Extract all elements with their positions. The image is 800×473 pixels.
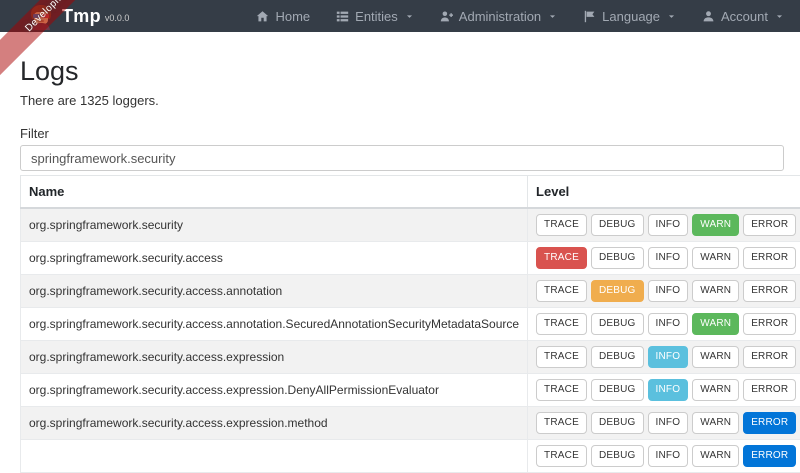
caret-down-icon	[405, 12, 414, 21]
level-button-warn[interactable]: WARN	[692, 346, 739, 368]
logger-level-buttons: TRACEDEBUGINFOWARNERROR	[528, 275, 800, 308]
level-button-error[interactable]: ERROR	[743, 445, 796, 467]
logger-name: org.springframework.security.access.anno…	[21, 308, 528, 341]
user-plus-icon	[440, 10, 453, 23]
level-button-debug[interactable]: DEBUG	[591, 412, 644, 434]
logger-row: org.springframework.security.accessTRACE…	[21, 242, 800, 275]
logger-level-buttons: TRACEDEBUGINFOWARNERROR	[528, 242, 800, 275]
logger-level-buttons: TRACEDEBUGINFOWARNERROR	[528, 440, 800, 473]
level-button-warn[interactable]: WARN	[692, 445, 739, 467]
nav-item-language[interactable]: Language	[570, 9, 689, 24]
level-button-trace[interactable]: TRACE	[536, 412, 587, 434]
level-button-warn[interactable]: WARN	[692, 379, 739, 401]
logger-name	[21, 440, 528, 473]
navbar: Tmp v0.0.0 Home Entities Administration Lan…	[0, 0, 800, 32]
app-version: v0.0.0	[105, 13, 130, 23]
logger-row: org.springframework.security.access.expr…	[21, 407, 800, 440]
app-name: Tmp	[62, 6, 101, 27]
filter-label: Filter	[20, 126, 784, 141]
level-button-warn[interactable]: WARN	[692, 247, 739, 269]
level-button-info[interactable]: INFO	[648, 313, 689, 335]
logger-name: org.springframework.security.access.expr…	[21, 374, 528, 407]
level-button-trace[interactable]: TRACE	[536, 280, 587, 302]
flag-icon	[583, 10, 596, 23]
level-button-info[interactable]: INFO	[648, 412, 689, 434]
logger-level-buttons: TRACEDEBUGINFOWARNERROR	[528, 308, 800, 341]
level-button-debug[interactable]: DEBUG	[591, 247, 644, 269]
caret-down-icon	[775, 12, 784, 21]
level-button-trace[interactable]: TRACE	[536, 379, 587, 401]
nav-item-label: Language	[602, 9, 660, 24]
logger-level-buttons: TRACEDEBUGINFOWARNERROR	[528, 341, 800, 374]
level-button-debug[interactable]: DEBUG	[591, 313, 644, 335]
nav-item-entities[interactable]: Entities	[323, 9, 427, 24]
level-button-info[interactable]: INFO	[648, 214, 689, 236]
level-button-debug[interactable]: DEBUG	[591, 346, 644, 368]
level-button-trace[interactable]: TRACE	[536, 313, 587, 335]
level-button-info[interactable]: INFO	[648, 280, 689, 302]
caret-down-icon	[548, 12, 557, 21]
nav-item-label: Home	[275, 9, 310, 24]
level-button-trace[interactable]: TRACE	[536, 214, 587, 236]
nav-item-label: Administration	[459, 9, 541, 24]
level-button-error[interactable]: ERROR	[743, 379, 796, 401]
logs-page: Logs There are 1325 loggers. Filter Name…	[0, 56, 800, 473]
logger-name: org.springframework.security.access.anno…	[21, 275, 528, 308]
user-icon	[702, 10, 715, 23]
logger-count-text: There are 1325 loggers.	[20, 93, 784, 108]
level-button-error[interactable]: ERROR	[743, 280, 796, 302]
level-button-debug[interactable]: DEBUG	[591, 214, 644, 236]
logger-name: org.springframework.security.access.expr…	[21, 341, 528, 374]
logger-name: org.springframework.security.access	[21, 242, 528, 275]
nav-item-home[interactable]: Home	[243, 9, 323, 24]
level-button-warn[interactable]: WARN	[692, 214, 739, 236]
list-icon	[336, 10, 349, 23]
level-button-error[interactable]: ERROR	[743, 412, 796, 434]
level-button-error[interactable]: ERROR	[743, 313, 796, 335]
level-button-warn[interactable]: WARN	[692, 313, 739, 335]
nav-item-label: Account	[721, 9, 768, 24]
logger-level-buttons: TRACEDEBUGINFOWARNERROR	[528, 407, 800, 440]
level-button-error[interactable]: ERROR	[743, 346, 796, 368]
jhipster-logo-icon	[28, 4, 54, 30]
column-header-level: Level	[528, 176, 800, 209]
column-header-name: Name	[21, 176, 528, 209]
logger-row: org.springframework.security.access.anno…	[21, 308, 800, 341]
home-icon	[256, 10, 269, 23]
level-button-info[interactable]: INFO	[648, 445, 689, 467]
nav-item-administration[interactable]: Administration	[427, 9, 570, 24]
level-button-debug[interactable]: DEBUG	[591, 379, 644, 401]
brand[interactable]: Tmp v0.0.0	[28, 2, 129, 30]
loggers-table: Name Level org.springframework.securityT…	[20, 175, 800, 473]
logger-row: TRACEDEBUGINFOWARNERROR	[21, 440, 800, 473]
logger-level-buttons: TRACEDEBUGINFOWARNERROR	[528, 374, 800, 407]
logger-name: org.springframework.security.access.expr…	[21, 407, 528, 440]
level-button-info[interactable]: INFO	[648, 346, 689, 368]
level-button-error[interactable]: ERROR	[743, 247, 796, 269]
level-button-trace[interactable]: TRACE	[536, 346, 587, 368]
logger-row: org.springframework.security.access.expr…	[21, 374, 800, 407]
nav-item-account[interactable]: Account	[689, 9, 786, 24]
level-button-error[interactable]: ERROR	[743, 214, 796, 236]
logger-row: org.springframework.security.access.expr…	[21, 341, 800, 374]
level-button-warn[interactable]: WARN	[692, 412, 739, 434]
level-button-trace[interactable]: TRACE	[536, 247, 587, 269]
page-title: Logs	[20, 56, 784, 87]
level-button-trace[interactable]: TRACE	[536, 445, 587, 467]
nav-item-label: Entities	[355, 9, 398, 24]
level-button-info[interactable]: INFO	[648, 247, 689, 269]
logger-row: org.springframework.securityTRACEDEBUGIN…	[21, 208, 800, 242]
level-button-info[interactable]: INFO	[648, 379, 689, 401]
logger-name: org.springframework.security	[21, 208, 528, 242]
logger-row: org.springframework.security.access.anno…	[21, 275, 800, 308]
caret-down-icon	[667, 12, 676, 21]
filter-input[interactable]	[20, 145, 784, 171]
level-button-debug[interactable]: DEBUG	[591, 445, 644, 467]
logger-level-buttons: TRACEDEBUGINFOWARNERROR	[528, 208, 800, 242]
nav-menu: Home Entities Administration Language Accoun…	[243, 9, 786, 24]
table-header-row: Name Level	[21, 176, 800, 209]
level-button-debug[interactable]: DEBUG	[591, 280, 644, 302]
level-button-warn[interactable]: WARN	[692, 280, 739, 302]
